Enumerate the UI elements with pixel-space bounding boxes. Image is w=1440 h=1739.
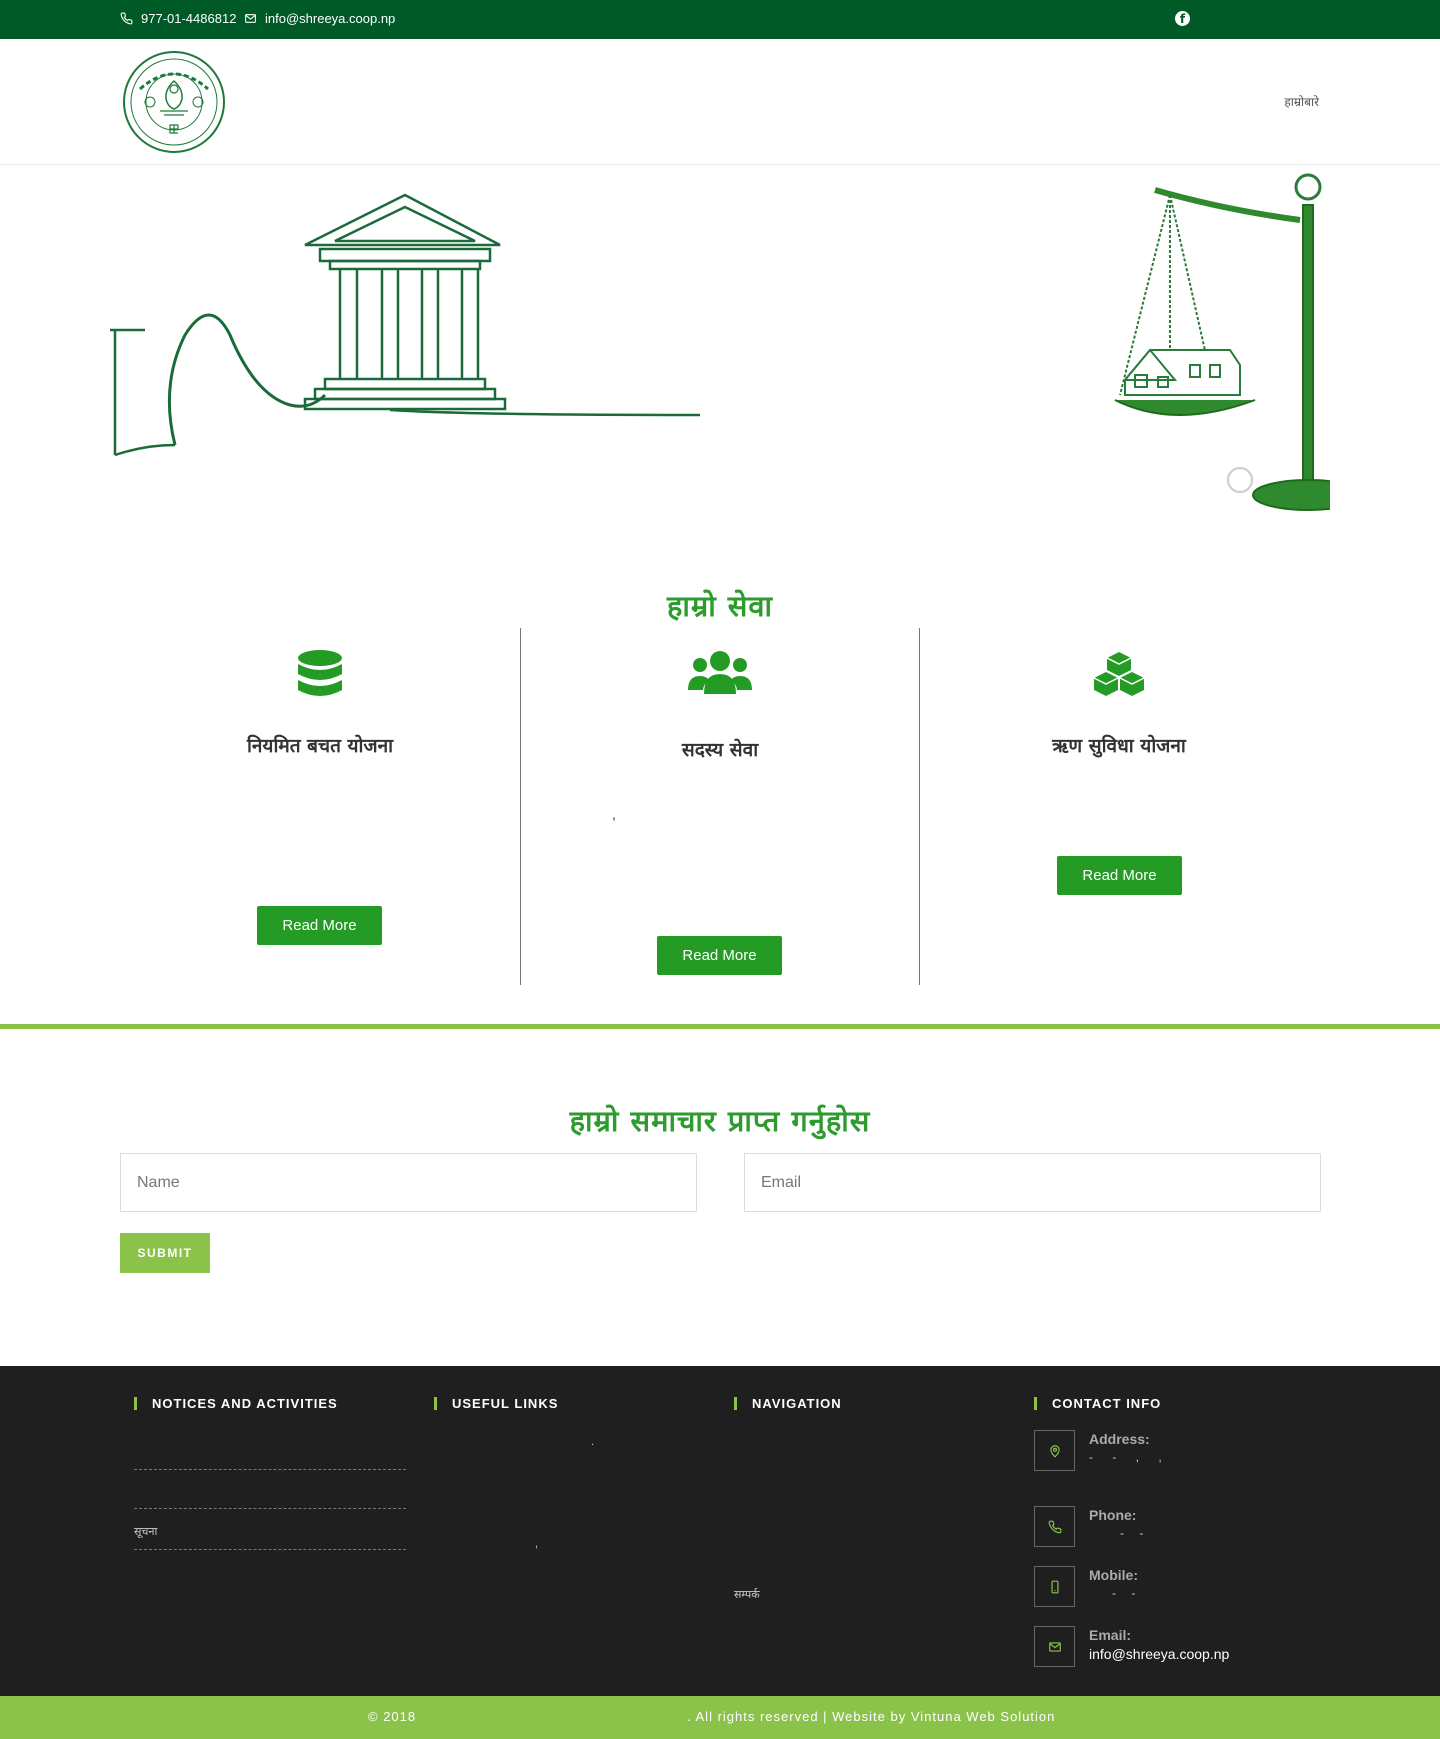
contact-email: [1034, 1626, 1075, 1667]
section-divider: [0, 1024, 1440, 1029]
email-label: Email:: [1089, 1627, 1132, 1643]
contact-phone: [1034, 1506, 1075, 1547]
submit-button[interactable]: SUBMIT: [120, 1233, 210, 1273]
copyright-year: © 2018: [368, 1709, 417, 1724]
topbar-phone-text: 977-01-4486812: [141, 11, 237, 26]
topbar-phone[interactable]: 977-01-4486812: [120, 11, 236, 26]
site-logo[interactable]: [120, 49, 228, 155]
envelope-icon: [245, 14, 256, 23]
scale-house-illustration: [1114, 173, 1330, 511]
mobile-icon: [1051, 1580, 1058, 1593]
copyright-text[interactable]: . All rights reserved | Website by Vintu…: [687, 1709, 1055, 1724]
divider: [134, 1549, 406, 1550]
service-card-title: ऋण सुविधा योजना: [1052, 735, 1186, 757]
nav-link-contact[interactable]: सम्पर्क: [734, 1587, 760, 1602]
service-card-member: सदस्य सेवा , Read More: [520, 628, 920, 985]
service-card-savings: नियमित बचत योजना Read More: [120, 628, 520, 985]
nav-item-about[interactable]: हाम्रोबारे: [1284, 93, 1319, 110]
services-title: हाम्रो सेवा: [666, 589, 774, 623]
footer-notices-heading: NOTICES AND ACTIVITIES: [134, 1396, 338, 1411]
topbar-email[interactable]: info@shreeya.coop.np: [244, 11, 395, 26]
envelope-icon: [1048, 1641, 1061, 1652]
notice-item[interactable]: सूचना: [134, 1524, 157, 1539]
read-more-button[interactable]: Read More: [657, 936, 782, 975]
phone-icon: [120, 12, 133, 25]
copyright-bar: © 2018 . All rights reserved | Website b…: [0, 1696, 1440, 1739]
footer-navigation-heading: NAVIGATION: [734, 1396, 842, 1411]
top-bar: 977-01-4486812 info@shreeya.coop.np f: [0, 0, 1440, 39]
email-input[interactable]: [744, 1153, 1321, 1212]
phone-label: Phone:: [1089, 1507, 1137, 1523]
useful-link[interactable]: .: [591, 1436, 594, 1448]
service-card-loan: ऋण सुविधा योजना Read More: [919, 628, 1319, 985]
footer-links-heading: USEFUL LINKS: [434, 1396, 558, 1411]
map-pin-icon: [1049, 1444, 1060, 1458]
address-value: - - , ,: [1089, 1450, 1170, 1464]
read-more-button[interactable]: Read More: [1057, 856, 1182, 895]
users-icon: [520, 650, 920, 704]
newsletter-title: हाम्रो समाचार प्राप्त गर्नुहोस: [569, 1104, 871, 1138]
email-value[interactable]: info@shreeya.coop.np: [1089, 1646, 1229, 1662]
address-label: Address:: [1089, 1431, 1150, 1447]
hero-banner: [110, 165, 1330, 543]
service-card-text: ,: [612, 806, 616, 822]
database-icon: [120, 650, 520, 704]
contact-mobile: [1034, 1566, 1075, 1607]
contact-address: [1034, 1430, 1075, 1471]
facebook-icon[interactable]: f: [1175, 11, 1190, 26]
bank-illustration: [110, 193, 701, 457]
phone-value: - -: [1120, 1526, 1150, 1540]
service-card-title: सदस्य सेवा: [681, 739, 759, 761]
divider: [134, 1469, 406, 1470]
mobile-value: - -: [1112, 1586, 1142, 1600]
useful-link[interactable]: ,: [535, 1538, 538, 1550]
read-more-button[interactable]: Read More: [257, 906, 382, 945]
cubes-icon: [919, 650, 1319, 704]
topbar-email-text: info@shreeya.coop.np: [265, 11, 396, 26]
divider: [134, 1508, 406, 1509]
service-card-title: नियमित बचत योजना: [246, 735, 394, 757]
footer-contact-heading: CONTACT INFO: [1034, 1396, 1161, 1411]
phone-icon: [1048, 1520, 1061, 1533]
mobile-label: Mobile:: [1089, 1567, 1138, 1583]
name-input[interactable]: [120, 1153, 697, 1212]
